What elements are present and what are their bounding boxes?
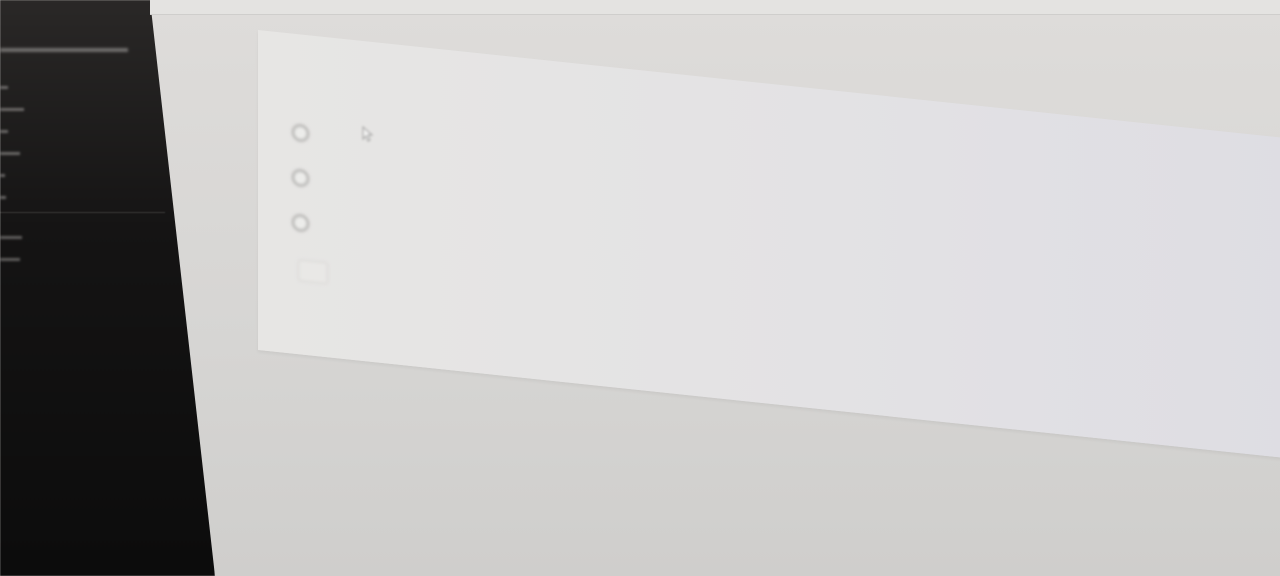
screen-photo (0, 0, 1280, 576)
answer-options (292, 110, 328, 249)
sidebar-divider (0, 212, 165, 213)
sidebar (0, 0, 215, 576)
submit-answer-button[interactable] (298, 259, 328, 285)
question-card (258, 30, 1280, 460)
answer-option[interactable] (292, 155, 328, 204)
top-bar (150, 0, 1280, 15)
sidebar-title (0, 48, 128, 52)
question-content (278, 60, 328, 289)
question-header (278, 60, 328, 79)
answer-option[interactable] (292, 200, 328, 249)
radio-button[interactable] (292, 123, 309, 143)
radio-button[interactable] (292, 213, 309, 233)
radio-button[interactable] (292, 168, 309, 188)
answer-option[interactable] (292, 110, 328, 159)
mouse-cursor-icon (362, 126, 374, 142)
sidebar-header (0, 44, 150, 58)
